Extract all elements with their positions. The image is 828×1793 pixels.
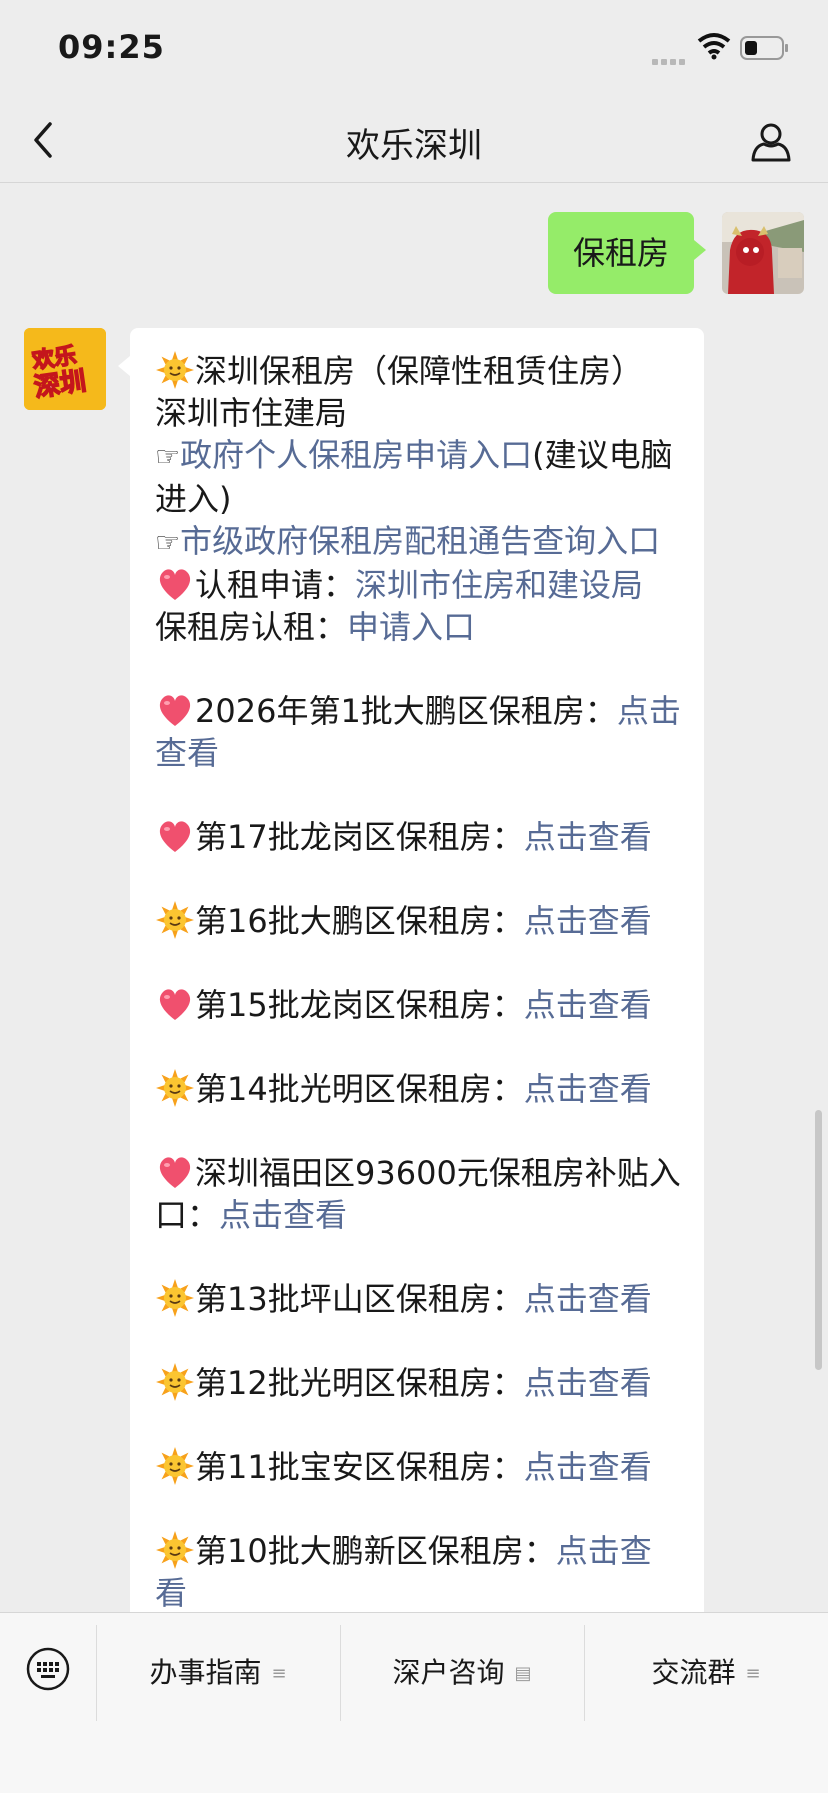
scrollbar[interactable] xyxy=(815,1110,822,1370)
line-spacer xyxy=(155,648,683,690)
message-line: 第13批坪山区保租房：点击查看 xyxy=(155,1278,683,1320)
line-spacer xyxy=(155,1404,683,1446)
message-link[interactable]: 市级政府保租房配租通告查询入口 xyxy=(180,522,660,560)
message-line: ☞市级政府保租房配租通告查询入口 xyxy=(155,520,683,564)
line-text: 第13批坪山区保租房： xyxy=(195,1280,524,1318)
line-text: 第17批龙岗区保租房： xyxy=(195,818,524,856)
list-icon: ≡ xyxy=(271,1663,287,1684)
message-line: 认租申请：深圳市住房和建设局 xyxy=(155,564,683,606)
sun-emoji-icon xyxy=(155,1278,195,1318)
message-link[interactable]: 点击查看 xyxy=(524,1280,652,1318)
line-spacer xyxy=(155,1110,683,1152)
line-text: 第15批龙岗区保租房： xyxy=(195,986,524,1024)
sun-emoji-icon xyxy=(155,1530,195,1570)
line-spacer xyxy=(155,1320,683,1362)
list-icon: ≡ xyxy=(745,1663,761,1684)
line-text: 第16批大鹏区保租房： xyxy=(195,902,524,940)
message-link[interactable]: 深圳市住房和建设局 xyxy=(355,566,643,604)
sun-emoji-icon xyxy=(155,1362,195,1402)
message-line: 第10批大鹏新区保租房：点击查看 xyxy=(155,1530,683,1614)
message-line: 第11批宝安区保租房：点击查看 xyxy=(155,1446,683,1488)
message-link[interactable]: 申请入口 xyxy=(347,608,475,646)
line-spacer xyxy=(155,942,683,984)
navigation-bar: 欢乐深圳 xyxy=(0,100,828,183)
menu-item-guide[interactable]: 办事指南 ≡ xyxy=(96,1651,340,1691)
pointing-hand-icon: ☞ xyxy=(155,526,181,559)
message-line: ☞政府个人保租房申请入口(建议电脑进入) xyxy=(155,434,683,520)
line-text: 认租申请： xyxy=(195,566,356,604)
message-line: 深圳保租房（保障性租赁住房） xyxy=(155,350,683,392)
line-spacer xyxy=(155,858,683,900)
message-link[interactable]: 政府个人保租房申请入口 xyxy=(180,436,532,474)
message-line: 第16批大鹏区保租房：点击查看 xyxy=(155,900,683,942)
line-text: 第11批宝安区保租房： xyxy=(195,1448,524,1486)
message-line: 第12批光明区保租房：点击查看 xyxy=(155,1362,683,1404)
line-text: 深圳保租房（保障性租赁住房） xyxy=(195,352,644,390)
heart-emoji-icon xyxy=(155,690,195,730)
line-text: 第12批光明区保租房： xyxy=(195,1364,524,1402)
line-spacer xyxy=(155,774,683,816)
keyboard-icon[interactable] xyxy=(26,1647,70,1691)
my-message-bubble[interactable]: 保租房 xyxy=(548,212,706,294)
user-avatar[interactable] xyxy=(722,212,804,294)
message-link[interactable]: 点击查看 xyxy=(524,986,652,1024)
menu-item-label: 办事指南 xyxy=(149,1656,262,1689)
bottom-menu: 办事指南 ≡ 深户咨询 ▤ 交流群 ≡ xyxy=(0,1612,828,1793)
heart-emoji-icon xyxy=(155,1152,195,1192)
line-text: 第14批光明区保租房： xyxy=(195,1070,524,1108)
sun-emoji-icon xyxy=(155,900,195,940)
message-line: 保租房认租：申请入口 xyxy=(155,606,683,648)
menu-item-group[interactable]: 交流群 ≡ xyxy=(584,1651,828,1691)
sun-emoji-icon xyxy=(155,1068,195,1108)
heart-emoji-icon xyxy=(155,984,195,1024)
heart-emoji-icon xyxy=(155,564,195,604)
message-line: 第14批光明区保租房：点击查看 xyxy=(155,1068,683,1110)
message-link[interactable]: 点击查看 xyxy=(524,1448,652,1486)
cellular-signal-icon xyxy=(652,50,688,69)
message-line: 2026年第1批大鹏区保租房：点击查看 xyxy=(155,690,683,774)
message-line: 第17批龙岗区保租房：点击查看 xyxy=(155,816,683,858)
message-link[interactable]: 点击查看 xyxy=(524,818,652,856)
bot-message-bubble: 深圳保租房（保障性租赁住房） 深圳市住建局 ☞政府个人保租房申请入口(建议电脑进入)… xyxy=(118,328,704,1628)
line-spacer xyxy=(155,1236,683,1278)
line-text: 深圳市住建局 xyxy=(155,394,348,432)
official-account-avatar[interactable]: 欢乐 深圳 xyxy=(24,328,106,410)
wifi-icon xyxy=(697,33,731,60)
message-link[interactable]: 点击查看 xyxy=(219,1196,347,1234)
menu-item-label: 深户咨询 xyxy=(392,1656,505,1689)
document-icon: ▤ xyxy=(514,1663,532,1684)
account-logo-icon: 欢乐 深圳 xyxy=(24,328,106,410)
menu-item-label: 交流群 xyxy=(651,1656,736,1689)
page-title: 欢乐深圳 xyxy=(346,126,482,166)
profile-icon[interactable] xyxy=(750,120,792,162)
line-text: 第10批大鹏新区保租房： xyxy=(195,1532,556,1570)
message-line: 深圳市住建局 xyxy=(155,392,683,434)
menu-item-hukou-consult[interactable]: 深户咨询 ▤ xyxy=(340,1651,584,1691)
battery-icon xyxy=(740,36,788,60)
message-line: 深圳福田区93600元保租房补贴入口：点击查看 xyxy=(155,1152,683,1236)
sun-emoji-icon xyxy=(155,1446,195,1486)
line-spacer xyxy=(155,1026,683,1068)
pointing-hand-icon: ☞ xyxy=(155,440,181,473)
line-text: 保租房认租： xyxy=(155,608,348,646)
message-link[interactable]: 点击查看 xyxy=(524,1364,652,1402)
message-line: 第15批龙岗区保租房：点击查看 xyxy=(155,984,683,1026)
message-link[interactable]: 点击查看 xyxy=(524,902,652,940)
status-bar: 09:25 xyxy=(0,0,828,100)
line-text: 2026年第1批大鹏区保租房： xyxy=(195,692,617,730)
heart-emoji-icon xyxy=(155,816,195,856)
sun-emoji-icon xyxy=(155,350,195,390)
status-time: 09:25 xyxy=(58,28,165,66)
line-spacer xyxy=(155,1488,683,1530)
message-content: 深圳保租房（保障性租赁住房） 深圳市住建局 ☞政府个人保租房申请入口(建议电脑进入)… xyxy=(155,350,683,1614)
message-link[interactable]: 点击查看 xyxy=(524,1070,652,1108)
